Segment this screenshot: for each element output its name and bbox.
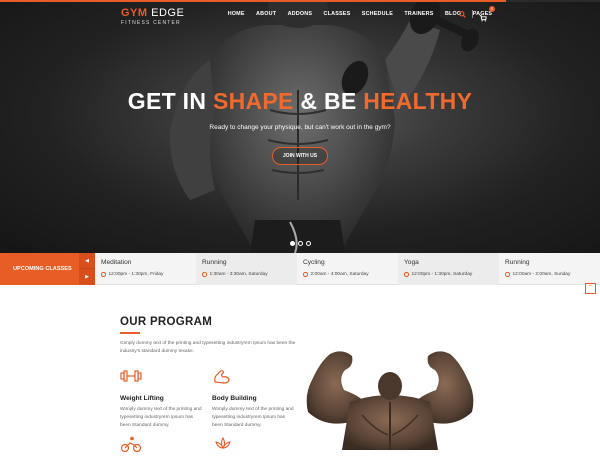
slider-dot-3[interactable] (306, 241, 311, 246)
clock-icon (202, 272, 207, 277)
headline-part-1: GET IN (127, 88, 213, 114)
upcoming-classes-bar: UPCOMING CLASSES ◀ ▶ Meditation 12:00pm … (0, 253, 600, 285)
upcoming-classes-label: UPCOMING CLASSES (0, 253, 79, 285)
flexing-arm-icon (214, 370, 230, 384)
program-item-text: Wimply dummy text of the printing and ty… (212, 407, 294, 428)
cart-button[interactable]: 0 (479, 6, 495, 22)
logo-tagline: FITNESS CENTER (121, 20, 181, 26)
clock-icon (505, 272, 510, 277)
section-title: OUR PROGRAM (120, 316, 213, 328)
class-time: 2:00am - 4:00am, Saturday (310, 272, 369, 277)
class-time: 12:00pm - 1:30pm, Saturday (411, 272, 473, 277)
section-description: Gimply dummy text of the printing and ty… (120, 341, 296, 355)
chevron-up-icon: ⌃ (587, 285, 594, 291)
join-with-us-button[interactable]: JOIN WITH US (272, 147, 328, 165)
program-athlete-image (306, 351, 474, 450)
section-title-underline (120, 332, 140, 334)
main-nav: HOME ABOUT ADDONS CLASSES SCHEDULE TRAIN… (222, 11, 498, 17)
hero-headline: GET IN SHAPE & BE HEALTHY (0, 88, 600, 115)
cart-count-badge: 0 (489, 6, 495, 12)
class-item[interactable]: Cycling 2:00am - 4:00am, Saturday (297, 253, 398, 285)
class-name: Cycling (303, 259, 325, 266)
program-item-name: Body Building (212, 395, 257, 402)
program-item-name: Weight Lifting (120, 395, 164, 402)
class-item[interactable]: Running 12:00am - 2:00am, Sunday (499, 253, 600, 285)
slider-dots (290, 241, 311, 246)
class-name: Yoga (404, 259, 419, 266)
headline-part-4: HEALTHY (363, 88, 473, 114)
nav-item-classes[interactable]: CLASSES (318, 11, 356, 17)
program-item-cycling[interactable] (120, 436, 142, 457)
program-item-body-building[interactable]: Body Building Wimply dummy text of the p… (212, 368, 294, 430)
nav-icons: 0 (459, 6, 495, 22)
hero-subtitle: Ready to change your physique, but can't… (209, 124, 391, 131)
clock-icon (101, 272, 106, 277)
clock-icon (303, 272, 308, 277)
logo-word-1: GYM (121, 7, 148, 19)
nav-item-trainers[interactable]: TRAINERS (399, 11, 440, 17)
class-time: 12:00pm - 1:30pm, Friday (108, 272, 164, 277)
nav-item-about[interactable]: ABOUT (250, 11, 282, 17)
cart-icon (479, 15, 487, 22)
program-item-yoga[interactable] (212, 436, 234, 457)
class-item[interactable]: Yoga 12:00pm - 1:30pm, Saturday (398, 253, 499, 285)
slider-dot-2[interactable] (298, 241, 303, 246)
class-name: Meditation (101, 259, 132, 266)
upcoming-nav: ◀ ▶ (79, 253, 95, 285)
logo-word-2: EDGE (147, 7, 185, 19)
slider-dot-1[interactable] (290, 241, 295, 246)
next-arrow-icon[interactable]: ▶ (79, 269, 95, 285)
program-item-weight-lifting[interactable]: Weight Lifting Wimply dummy text of the … (120, 368, 202, 430)
nav-item-addons[interactable]: ADDONS (282, 11, 318, 17)
class-name: Running (202, 259, 227, 266)
hero-banner: GYM EDGE FITNESS CENTER HOME ABOUT ADDON… (0, 0, 600, 253)
top-accent-line-end (506, 0, 600, 2)
headline-part-2: SHAPE (212, 88, 294, 114)
clock-icon (404, 272, 409, 277)
class-time: 1:30am - 3:30am, Saturday (209, 272, 268, 277)
class-name: Running (505, 259, 530, 266)
nav-item-home[interactable]: HOME (222, 11, 250, 17)
prev-arrow-icon[interactable]: ◀ (79, 253, 95, 269)
nav-item-schedule[interactable]: SCHEDULE (356, 11, 399, 17)
class-time: 12:00am - 2:00am, Sunday (512, 272, 571, 277)
class-item[interactable]: Meditation 12:00pm - 1:30pm, Friday (95, 253, 196, 285)
site-logo[interactable]: GYM EDGE FITNESS CENTER (121, 8, 184, 26)
back-to-top-button[interactable]: ⌃ (585, 283, 596, 294)
dumbbell-icon (120, 370, 142, 382)
nav-separator (472, 10, 473, 18)
headline-part-3: & BE (293, 88, 364, 114)
search-icon[interactable] (459, 10, 466, 18)
class-item[interactable]: Running 1:30am - 3:30am, Saturday (196, 253, 297, 285)
program-item-text: Wimply dummy text of the printing and ty… (120, 407, 202, 428)
